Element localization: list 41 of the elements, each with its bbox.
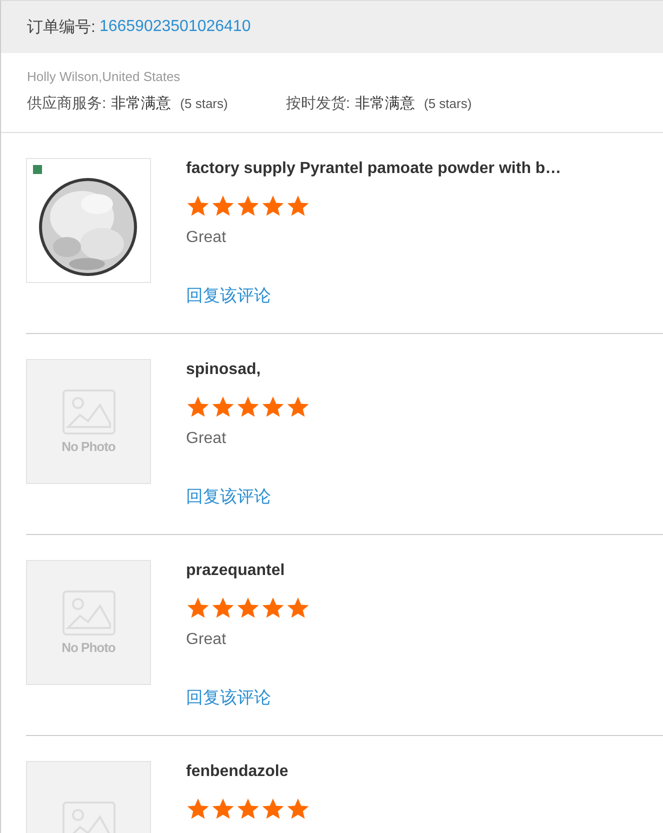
star-icon xyxy=(211,395,235,419)
rating-value: 非常满意 xyxy=(355,94,416,113)
star-icon xyxy=(211,797,235,821)
star-icon xyxy=(236,596,260,620)
star-icon xyxy=(236,395,260,419)
star-icon xyxy=(236,194,260,218)
placeholder-text: No Photo xyxy=(62,439,116,454)
review-text: Great xyxy=(186,228,228,248)
star-icon xyxy=(211,596,235,620)
star-icon xyxy=(286,194,310,218)
star-icon xyxy=(186,596,210,620)
product-title: factory supply Pyrantel pamoate powder with b… xyxy=(186,159,562,179)
product-title: prazequantel xyxy=(186,561,286,581)
star-icon xyxy=(211,194,235,218)
star-icon xyxy=(261,194,285,218)
product-title: spinosad, xyxy=(186,360,262,380)
reply-link[interactable]: 回复该评论 xyxy=(186,286,562,306)
star-icon xyxy=(186,395,210,419)
buyer-name: Holly Wilson,United States xyxy=(27,69,182,84)
rating-label: 供应商服务: xyxy=(27,94,106,113)
star-icon xyxy=(236,797,260,821)
star-icon xyxy=(186,797,210,821)
rating-value: 非常满意 xyxy=(111,94,172,113)
order-label: 订单编号: xyxy=(27,18,96,38)
star-icon xyxy=(186,194,210,218)
star-icon xyxy=(286,395,310,419)
rating-note: (5 stars) xyxy=(424,96,472,111)
reply-link[interactable]: 回复该评论 xyxy=(186,487,310,507)
review-text: Great xyxy=(186,630,228,650)
review-text: Great xyxy=(186,429,228,449)
star-icon xyxy=(261,395,285,419)
placeholder-text: No Photo xyxy=(62,640,116,655)
order-number: 16659023501026410 xyxy=(99,18,251,36)
star-icon xyxy=(286,797,310,821)
product-title: fenbendazole xyxy=(186,762,290,782)
rating-note: (5 stars) xyxy=(180,96,228,111)
star-icon xyxy=(261,797,285,821)
rating-label: 按时发货: xyxy=(286,94,350,113)
star-icon xyxy=(261,596,285,620)
reply-link[interactable]: 回复该评论 xyxy=(186,688,310,708)
star-icon xyxy=(286,596,310,620)
